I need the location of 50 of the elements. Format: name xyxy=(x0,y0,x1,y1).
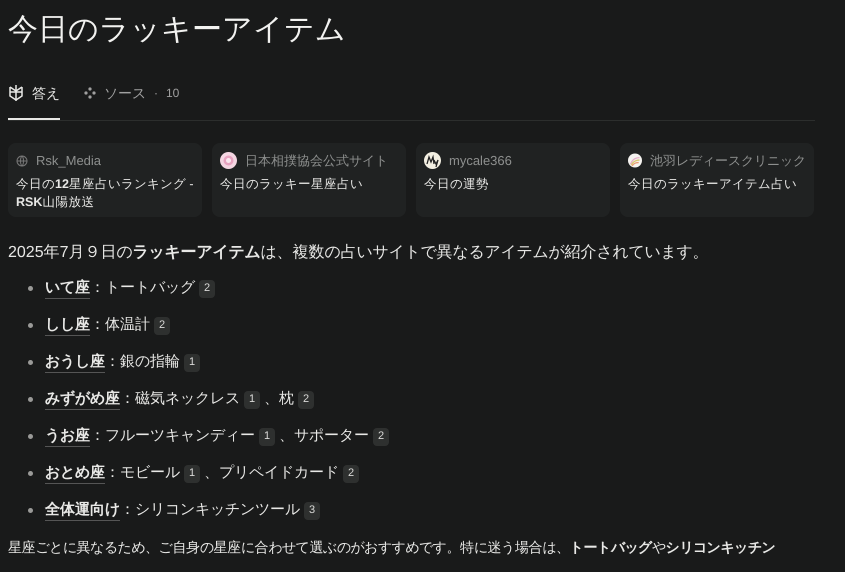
page-title: 今日のラッキーアイテム xyxy=(8,12,347,48)
item-text: 、サポーター xyxy=(279,426,369,446)
sign-link[interactable]: うお座 xyxy=(45,426,90,447)
source-title: 今日のラッキー星座占い xyxy=(220,176,364,192)
citation-badge[interactable]: 1 xyxy=(184,354,200,372)
item-text: ：モビール xyxy=(105,463,180,484)
site-name: Rsk_Media xyxy=(36,152,102,170)
item-text: 、プリペイドカード xyxy=(204,463,339,484)
citation-badge[interactable]: 2 xyxy=(154,316,170,334)
flower-icon xyxy=(220,152,237,170)
citation-badge[interactable]: 2 xyxy=(298,390,314,408)
sign-link[interactable]: いて座 xyxy=(45,278,90,299)
item-text: ：シリコンキッチンツール xyxy=(120,500,300,520)
source-card[interactable]: Rsk_Media 今日の12星座占いランキング - RSK山陽放送 xyxy=(8,143,202,217)
sign-link[interactable]: おとめ座 xyxy=(45,463,105,484)
item-text: 、枕 xyxy=(264,389,294,410)
intro-text: 2025年7月９日のラッキーアイテムは、複数の占いサイトで異なるアイテムが紹介されています。 xyxy=(8,242,710,263)
source-card[interactable]: 池羽レディースクリニック 今日のラッキーアイテム占い xyxy=(620,143,814,217)
sign-link[interactable]: 全体運向け xyxy=(45,500,120,521)
sign-link[interactable]: おうし座 xyxy=(45,352,105,373)
tab[interactable]: ソース · 10 xyxy=(84,80,180,120)
citation-badge[interactable]: 3 xyxy=(304,502,320,520)
sign-link[interactable]: みずがめ座 xyxy=(45,389,120,410)
rainbow-icon xyxy=(628,152,642,170)
source-title: 今日の12星座占いランキング - RSK山陽放送 xyxy=(16,176,194,210)
citation-badge[interactable]: 1 xyxy=(259,428,275,446)
source-card[interactable]: mycale366 今日の運勢 xyxy=(416,143,610,217)
source-title: 今日のラッキーアイテム占い xyxy=(628,176,798,192)
item-text: ：フルーツキャンディー xyxy=(90,426,255,446)
sign-link[interactable]: しし座 xyxy=(45,315,90,336)
answer-icon xyxy=(8,84,24,102)
item-text: ：体温計 xyxy=(90,315,150,336)
item-text: ：トートバッグ xyxy=(90,278,195,298)
closing-text: 星座ごとに異なるため、ご自身の星座に合わせて選ぶのがおすすめです。特に迷う場合は、トートバッグやシリコンキッチン xyxy=(8,538,776,557)
citation-badge[interactable]: 1 xyxy=(244,390,260,408)
site-name: 池羽レディースクリニック xyxy=(650,152,806,170)
source-card[interactable]: 日本相撲協会公式サイト 今日のラッキー星座占い xyxy=(212,143,406,217)
citation-badge[interactable]: 2 xyxy=(373,428,389,446)
tab[interactable]: 答え xyxy=(8,80,60,120)
item-text: ：磁気ネックレス xyxy=(120,389,240,410)
item-text: ：銀の指輪 xyxy=(105,352,180,372)
citation-badge[interactable]: 2 xyxy=(343,464,359,482)
site-name: 日本相撲協会公式サイト xyxy=(245,152,388,170)
logo-icon xyxy=(424,152,441,170)
source-title: 今日の運勢 xyxy=(424,176,490,192)
site-name: mycale366 xyxy=(449,152,512,170)
citation-badge[interactable]: 1 xyxy=(184,464,200,482)
globe-icon xyxy=(16,154,28,167)
dots-icon xyxy=(84,87,96,99)
citation-badge[interactable]: 2 xyxy=(199,280,215,298)
